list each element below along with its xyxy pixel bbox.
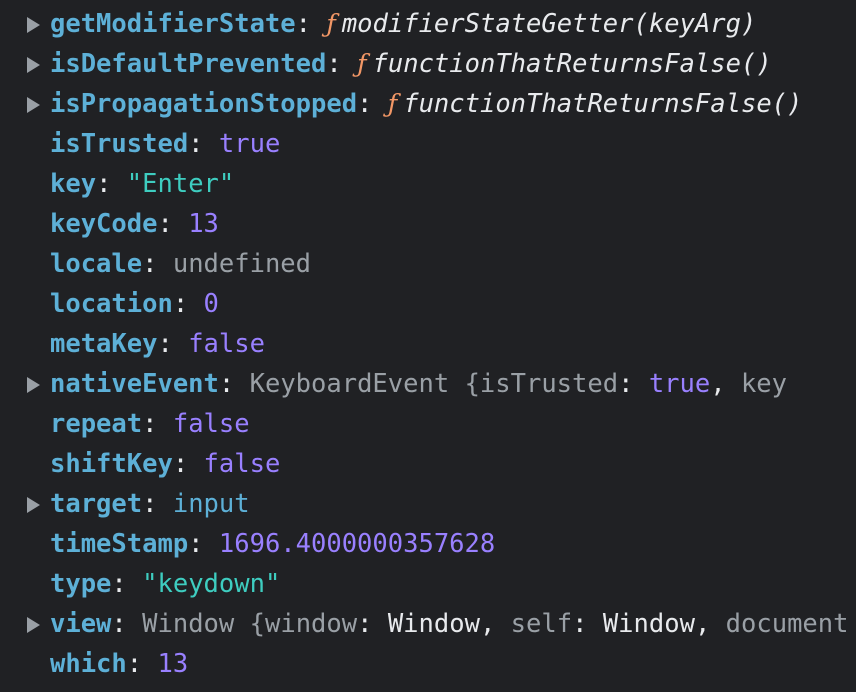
function-icon: ƒ <box>357 49 367 79</box>
devtools-console-object-properties: getModifierState: ƒ modifierStateGetter(k… <box>0 4 856 684</box>
property-row-isPropagationStopped[interactable]: isPropagationStopped: ƒ functionThatRetur… <box>0 84 856 124</box>
colon: : <box>157 209 189 239</box>
property-row-view[interactable]: view: Window {window: Window, self: Wind… <box>0 604 856 644</box>
property-value: false <box>172 409 250 439</box>
preview-value: Window <box>602 609 695 639</box>
preview-value: Window <box>387 609 480 639</box>
property-value: 1696.4000000357628 <box>218 529 496 559</box>
colon: : <box>157 329 189 359</box>
colon: : <box>111 569 143 599</box>
property-key: target <box>50 489 143 519</box>
property-value: false <box>188 329 265 359</box>
property-value: "Enter" <box>126 169 235 199</box>
value-type: Window <box>142 609 235 639</box>
property-row-which: which: 13 <box>0 644 856 684</box>
property-key: type <box>50 569 112 599</box>
expand-triangle-icon[interactable] <box>27 377 40 393</box>
colon: : <box>326 49 358 79</box>
property-value: "keydown" <box>142 569 281 599</box>
colon: : <box>96 169 127 199</box>
preview-open-brace: { <box>249 609 265 639</box>
property-row-getModifierState[interactable]: getModifierState: ƒ modifierStateGetter(k… <box>0 4 856 44</box>
colon: : <box>188 129 219 159</box>
property-value: undefined <box>172 249 312 279</box>
colon: : <box>126 649 158 679</box>
expand-triangle-icon[interactable] <box>27 497 40 513</box>
property-key: view <box>50 609 112 639</box>
property-value: modifierStateGetter(keyArg) <box>341 9 757 39</box>
colon: : <box>572 609 603 639</box>
expand-triangle-icon[interactable] <box>27 97 40 113</box>
colon: : <box>142 489 173 519</box>
preview-truncated: key <box>740 369 788 399</box>
comma: , <box>710 369 741 399</box>
preview-key: self <box>510 609 573 639</box>
expand-triangle-icon[interactable] <box>27 57 40 73</box>
property-key: isTrusted <box>50 129 189 159</box>
property-key: which <box>50 649 127 679</box>
property-row-metaKey: metaKey: false <box>0 324 856 364</box>
property-key: shiftKey <box>50 449 173 479</box>
property-row-isDefaultPrevented[interactable]: isDefaultPrevented: ƒ functionThatReturns… <box>0 44 856 84</box>
property-row-key: key: "Enter" <box>0 164 856 204</box>
property-value: 13 <box>188 209 219 239</box>
colon: : <box>357 609 388 639</box>
preview-value: true <box>648 369 711 399</box>
preview-open-brace: { <box>464 369 480 399</box>
property-row-isTrusted: isTrusted: true <box>0 124 856 164</box>
property-value: true <box>218 129 281 159</box>
function-icon: ƒ <box>387 89 398 119</box>
property-row-shiftKey: shiftKey: false <box>0 444 856 484</box>
property-key: locale <box>50 249 143 279</box>
preview-truncated: document <box>725 609 849 639</box>
colon: : <box>357 89 388 119</box>
property-row-target[interactable]: target: input <box>0 484 856 524</box>
colon: : <box>218 369 250 399</box>
colon: : <box>172 449 204 479</box>
property-value[interactable]: input <box>173 489 250 519</box>
colon: : <box>142 409 173 439</box>
property-row-nativeEvent[interactable]: nativeEvent: KeyboardEvent {isTrusted: t… <box>0 364 856 404</box>
property-row-timeStamp: timeStamp: 1696.4000000357628 <box>0 524 856 564</box>
expand-triangle-icon[interactable] <box>27 617 40 633</box>
property-row-location: location: 0 <box>0 284 856 324</box>
colon: : <box>172 289 204 319</box>
property-key: getModifierState <box>50 9 296 39</box>
colon: : <box>188 529 219 559</box>
property-row-locale: locale: undefined <box>0 244 856 284</box>
property-key: isDefaultPrevented <box>50 49 327 79</box>
preview-key: window <box>264 609 358 639</box>
comma: , <box>694 609 726 639</box>
expand-triangle-icon[interactable] <box>27 17 40 33</box>
property-key: keyCode <box>50 209 158 239</box>
property-value: 13 <box>157 649 189 679</box>
property-key: key <box>50 169 97 199</box>
property-key: timeStamp <box>50 529 189 559</box>
colon: : <box>295 9 327 39</box>
property-row-keyCode: keyCode: 13 <box>0 204 856 244</box>
comma: , <box>479 609 511 639</box>
property-value: 0 <box>203 289 219 319</box>
property-row-repeat: repeat: false <box>0 404 856 444</box>
property-value: false <box>203 449 281 479</box>
property-key: repeat <box>50 409 143 439</box>
property-key: metaKey <box>50 329 158 359</box>
function-icon: ƒ <box>326 9 336 39</box>
preview-key: isTrusted <box>479 369 619 399</box>
property-row-type: type: "keydown" <box>0 564 856 604</box>
colon: : <box>618 369 649 399</box>
property-key: nativeEvent <box>50 369 219 399</box>
colon: : <box>111 609 143 639</box>
property-value: functionThatReturnsFalse() <box>403 89 803 119</box>
property-key: location <box>50 289 173 319</box>
property-value: functionThatReturnsFalse() <box>372 49 772 79</box>
value-type: KeyboardEvent <box>249 369 450 399</box>
property-key: isPropagationStopped <box>50 89 358 119</box>
colon: : <box>142 249 173 279</box>
